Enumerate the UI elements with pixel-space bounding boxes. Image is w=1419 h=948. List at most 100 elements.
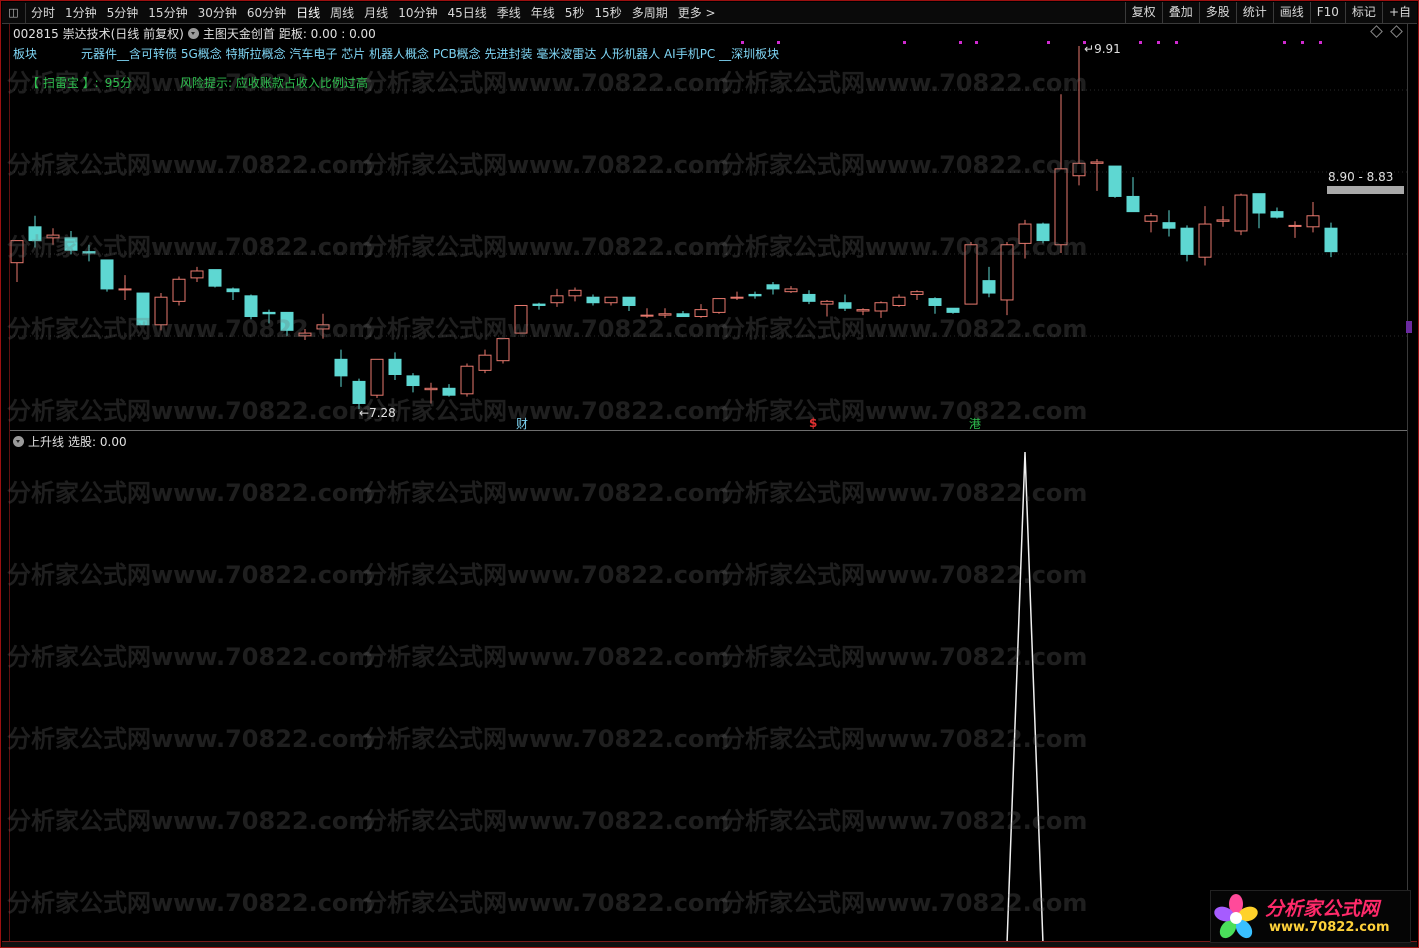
candle [208, 269, 222, 288]
period-tab[interactable]: 60分钟 [242, 3, 291, 23]
candle-body [496, 338, 510, 362]
candle [262, 309, 276, 324]
period-tab[interactable]: 5分钟 [102, 3, 144, 23]
period-tab[interactable]: 5秒 [560, 3, 590, 23]
toolbar-button[interactable]: F10 [1309, 2, 1345, 23]
candle-body [370, 358, 384, 396]
candle [712, 298, 726, 314]
candle-body [946, 307, 960, 313]
candle [352, 378, 366, 409]
candle-body [172, 278, 186, 302]
toolbar-button[interactable]: 复权 [1124, 2, 1162, 23]
candle [982, 266, 996, 298]
candle [1018, 219, 1032, 259]
candle [316, 313, 330, 339]
risk-title: 【 扫雷宝 】: [27, 76, 99, 90]
period-tab[interactable]: 15秒 [589, 3, 626, 23]
candle-body [262, 311, 276, 315]
indicator-name[interactable]: 主图天金创首 [203, 25, 275, 42]
candle-body [1018, 223, 1032, 244]
candle [64, 230, 78, 255]
candle [1090, 159, 1104, 191]
candle [892, 294, 906, 307]
sector-list[interactable]: 元器件__含可转债 5G概念 特斯拉概念 汽车电子 芯片 机器人概念 PCB概念… [81, 45, 779, 62]
event-financial-marker[interactable]: 财 [516, 415, 528, 432]
period-tab[interactable]: 1分钟 [60, 3, 102, 23]
period-tab[interactable]: 多周期 [627, 3, 673, 23]
candle [1270, 207, 1284, 219]
candle-body [136, 292, 150, 326]
event-dividend-marker[interactable]: $ [809, 416, 817, 430]
signal-dot [741, 41, 744, 44]
candle [10, 240, 24, 283]
risk-row: 【 扫雷宝 】: 95分 风险提示: 应收账款占收入比例过高 [27, 74, 368, 91]
candle [730, 291, 744, 300]
candle [1252, 193, 1266, 229]
toolbar-button[interactable]: 统计 [1235, 2, 1273, 23]
candle-body [658, 313, 672, 316]
chevron-down-icon[interactable] [13, 436, 24, 447]
candle-body [910, 291, 924, 295]
candle-body [406, 375, 420, 387]
period-tab[interactable]: 10分钟 [393, 3, 442, 23]
indicator-panel[interactable] [10, 432, 1407, 942]
candle-body [676, 313, 690, 318]
toolbar-right-buttons: 复权 叠加 多股 统计 画线 F10 标记 +自 [1124, 2, 1417, 23]
current-price-range: 8.90 - 8.83 [1328, 170, 1394, 184]
toolbar-button[interactable]: 多股 [1198, 2, 1236, 23]
candle-body [766, 284, 780, 290]
candle-body [1000, 244, 1014, 301]
period-tab[interactable]: 分时 [26, 3, 60, 23]
candle [694, 304, 708, 318]
period-tab[interactable]: 45日线 [442, 3, 491, 23]
event-hk-connect-marker[interactable]: 港 [969, 415, 981, 432]
candle-body [190, 270, 204, 279]
candle-body [694, 309, 708, 318]
period-tab[interactable]: 15分钟 [143, 3, 192, 23]
grid-icon[interactable]: ◫ [2, 2, 26, 23]
candle-body [712, 298, 726, 313]
period-tab[interactable]: 30分钟 [193, 3, 242, 23]
candle-body [514, 304, 528, 334]
candle-body [1252, 193, 1266, 214]
indicator-chart [1006, 451, 1044, 942]
period-tab[interactable]: 周线 [325, 3, 359, 23]
candle [784, 286, 798, 294]
period-tab[interactable]: 日线 [291, 3, 325, 23]
toolbar-button[interactable]: 画线 [1272, 2, 1310, 23]
candle [46, 228, 60, 245]
candle-body [730, 296, 744, 299]
candle [298, 328, 312, 340]
candle [514, 304, 528, 334]
candle-body [1108, 165, 1122, 197]
candle-body [1306, 215, 1320, 228]
toolbar-button[interactable]: 标记 [1344, 2, 1382, 23]
toolbar-button[interactable]: 叠加 [1161, 2, 1199, 23]
candle [1072, 46, 1086, 186]
signal-dot [1157, 41, 1160, 44]
candle-body [874, 302, 888, 312]
candle-body [1072, 162, 1086, 177]
period-tab[interactable]: 季线 [492, 3, 526, 23]
candle [1000, 241, 1014, 316]
candle [550, 288, 564, 307]
candle [1162, 210, 1176, 237]
indicator-panel-name[interactable]: 上升线 [28, 433, 64, 450]
app-window: ◫ 分时 1分钟 5分钟 15分钟 30分钟 60分钟 日线 周线 月线 10分钟 45日线 季线 年线… [0, 0, 1419, 948]
candle [1180, 225, 1194, 262]
chevron-down-icon[interactable] [187, 28, 199, 39]
candle [874, 301, 888, 318]
signal-dot [1319, 41, 1322, 44]
bottom-scrollbar[interactable] [2, 941, 1417, 947]
candle [28, 215, 42, 248]
candle [478, 349, 492, 374]
candle [1144, 213, 1158, 233]
period-tab[interactable]: 年线 [526, 3, 560, 23]
logo-text: 分析家公式网 www.70822.com [1265, 898, 1390, 936]
left-axis-strip [2, 24, 10, 942]
period-tab[interactable]: 更多 > [673, 3, 721, 23]
candle [640, 308, 654, 318]
toolbar-button[interactable]: +自 [1381, 2, 1417, 23]
candle-body [64, 237, 78, 251]
period-tab[interactable]: 月线 [359, 3, 393, 23]
